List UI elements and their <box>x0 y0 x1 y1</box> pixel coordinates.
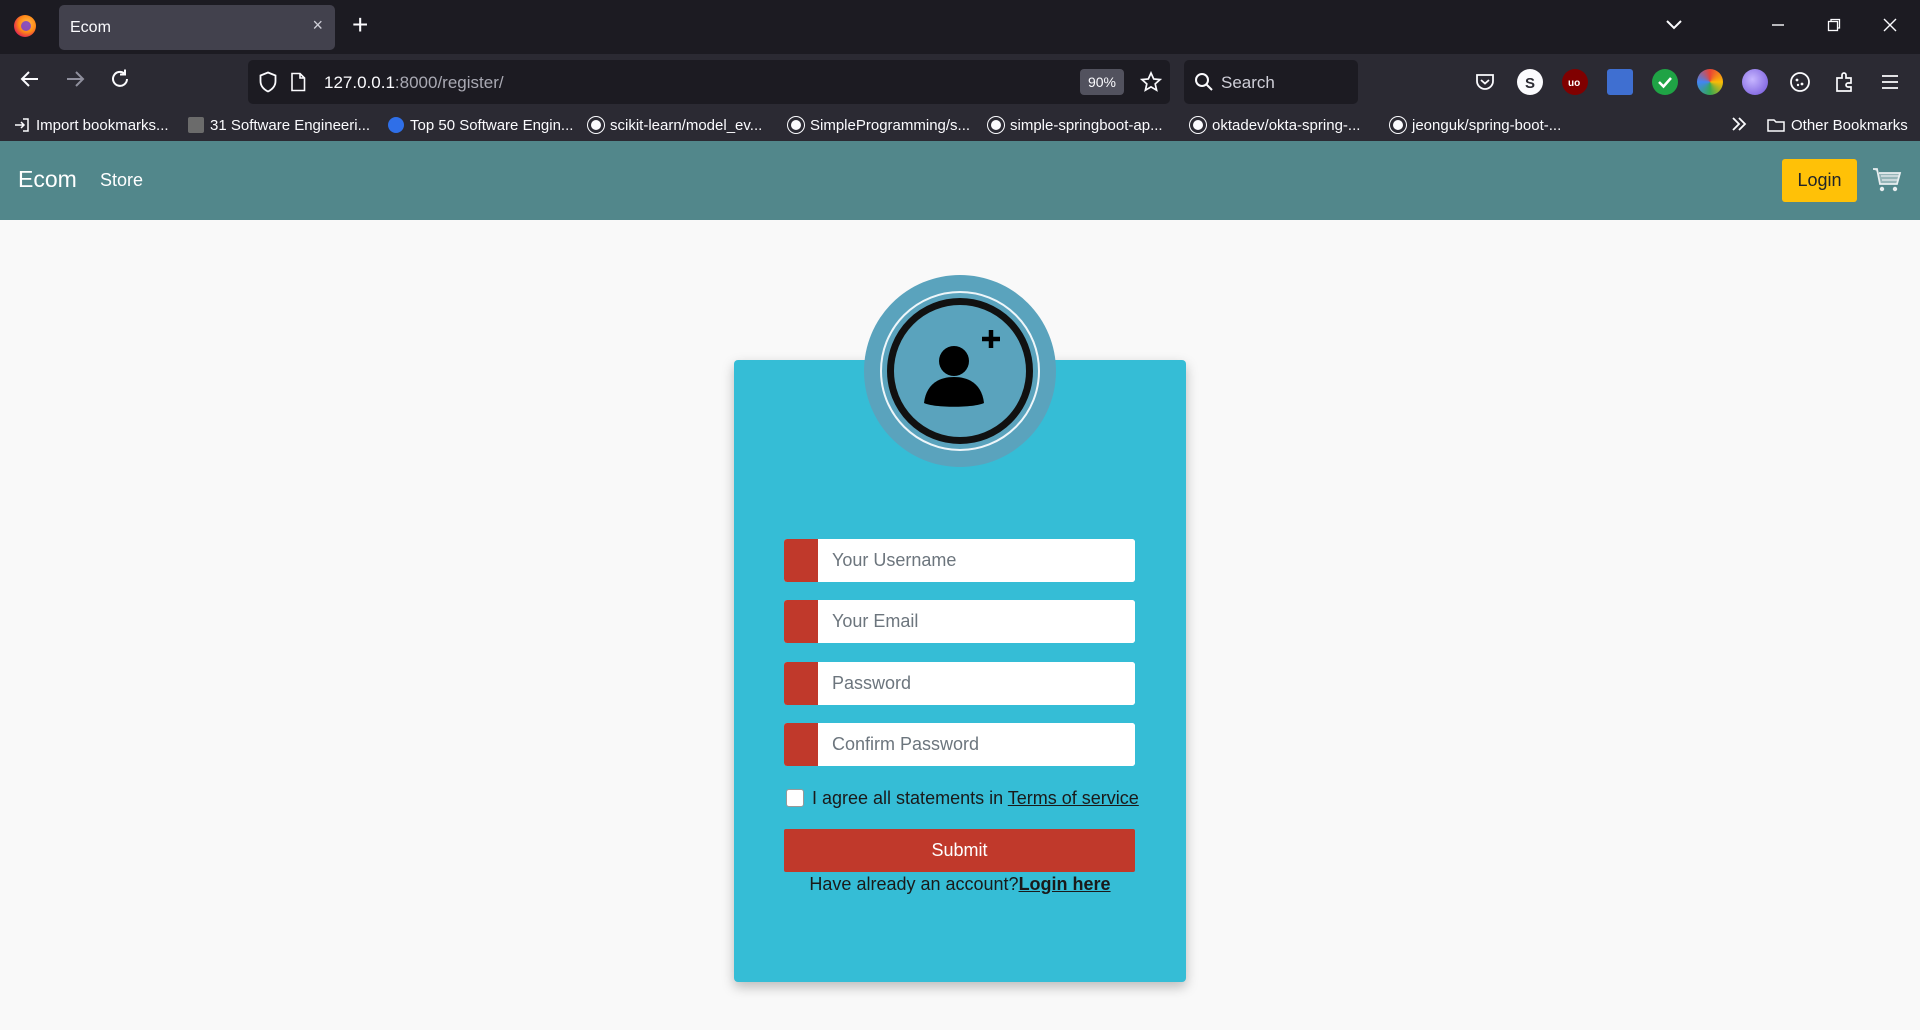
browser-tab-bar: Ecom × + <box>0 0 1920 54</box>
bookmark-item[interactable]: SimpleProgramming/s... <box>788 115 970 137</box>
agree-label: I agree all statements in <box>812 788 1008 808</box>
bookmark-item[interactable]: jeonguk/spring-boot-... <box>1390 115 1561 137</box>
site-navbar: Ecom Store Login <box>0 141 1920 220</box>
email-prefix <box>784 600 818 643</box>
cookie-icon[interactable] <box>1787 69 1813 95</box>
colorful-extension-icon[interactable] <box>1697 69 1723 95</box>
pocket-icon[interactable] <box>1472 69 1498 95</box>
bookmark-item[interactable]: scikit-learn/model_ev... <box>588 115 762 137</box>
github-icon <box>788 117 804 133</box>
login-prompt: Have already an account?Login here <box>734 874 1186 895</box>
github-icon <box>1390 117 1406 133</box>
chevron-down-icon[interactable] <box>1664 14 1684 34</box>
terms-of-service-link[interactable]: Terms of service <box>1008 788 1139 808</box>
ublock-icon[interactable]: uo <box>1562 69 1588 95</box>
avatar-circle <box>887 298 1033 444</box>
bookmark-label: 31 Software Engineeri... <box>210 117 371 134</box>
window-close-icon[interactable] <box>1870 10 1910 42</box>
search-bar[interactable]: Search <box>1184 60 1358 104</box>
svg-text:uo: uo <box>1568 78 1580 89</box>
email-field[interactable] <box>784 600 1135 643</box>
confirm-password-prefix <box>784 723 818 766</box>
address-bar[interactable]: 127.0.0.1:8000/register/ 90% <box>248 60 1170 104</box>
github-icon <box>988 117 1004 133</box>
import-icon <box>15 118 29 132</box>
terms-text: I agree all statements in Terms of servi… <box>812 786 1139 810</box>
restore-icon[interactable] <box>1814 10 1854 42</box>
other-bookmarks-label: Other Bookmarks <box>1791 117 1908 134</box>
bookmark-item[interactable]: 31 Software Engineeri... <box>188 115 370 137</box>
back-arrow-icon[interactable] <box>16 68 44 96</box>
bookmark-item[interactable]: Import bookmarks... <box>14 115 169 137</box>
search-placeholder: Search <box>1221 73 1275 92</box>
bookmark-item[interactable]: Top 50 Software Engin... <box>388 115 573 137</box>
reload-icon[interactable] <box>106 68 134 96</box>
store-link[interactable]: Store <box>100 170 143 191</box>
shield-icon[interactable] <box>258 71 278 93</box>
zoom-indicator[interactable]: 90% <box>1080 69 1124 95</box>
check-extension-icon[interactable] <box>1652 69 1678 95</box>
tab-title: Ecom <box>70 19 111 36</box>
username-input[interactable] <box>818 539 1135 582</box>
bookmark-label: SimpleProgramming/s... <box>810 117 971 134</box>
search-icon <box>1195 73 1213 91</box>
password-prefix <box>784 662 818 705</box>
bookmark-item[interactable]: oktadev/okta-spring-... <box>1190 115 1360 137</box>
browser-tab[interactable]: Ecom × <box>59 5 335 50</box>
new-tab-button[interactable]: + <box>352 9 368 41</box>
url-path: :8000/register/ <box>394 73 504 92</box>
username-field[interactable] <box>784 539 1135 582</box>
login-here-link[interactable]: Login here <box>1019 874 1111 894</box>
star-icon[interactable] <box>1140 71 1162 93</box>
bookmark-item[interactable]: simple-springboot-ap... <box>988 115 1163 137</box>
close-tab-icon[interactable]: × <box>312 15 323 36</box>
bookmark-label: simple-springboot-ap... <box>1010 117 1163 134</box>
email-input[interactable] <box>818 600 1135 643</box>
bookmark-label: Import bookmarks... <box>36 117 169 134</box>
more-bookmarks-icon[interactable] <box>1730 115 1748 137</box>
svg-text:S: S <box>1525 75 1535 92</box>
site-brand[interactable]: Ecom <box>18 166 77 193</box>
folder-icon <box>1767 119 1785 132</box>
browser-toolbar: 127.0.0.1:8000/register/ 90% Search S uo <box>0 54 1920 111</box>
avatar-ring <box>880 291 1040 451</box>
avatar-badge <box>864 275 1056 467</box>
submit-button[interactable]: Submit <box>784 829 1135 872</box>
forward-arrow-icon[interactable] <box>61 68 89 96</box>
bookmark-label: scikit-learn/model_ev... <box>610 117 763 134</box>
other-bookmarks[interactable]: Other Bookmarks <box>1767 115 1908 137</box>
bookmark-label: Top 50 Software Engin... <box>410 117 574 134</box>
puzzle-icon[interactable] <box>1832 69 1858 95</box>
firefox-icon <box>14 15 36 37</box>
purple-extension-icon[interactable] <box>1742 69 1768 95</box>
confirm-password-input[interactable] <box>818 723 1135 766</box>
hamburger-menu-icon[interactable] <box>1877 69 1903 95</box>
terms-checkbox[interactable] <box>786 789 804 807</box>
url-host: 127.0.0.1 <box>324 73 395 92</box>
password-field[interactable] <box>784 662 1135 705</box>
globe-icon <box>388 117 404 133</box>
bookmarks-toolbar: Import bookmarks... 31 Software Engineer… <box>0 111 1920 141</box>
bookmark-label: jeonguk/spring-boot-... <box>1412 117 1562 134</box>
github-icon <box>588 117 604 133</box>
url-text[interactable]: 127.0.0.1:8000/register/ <box>324 73 504 93</box>
translate-extension-icon[interactable] <box>1607 69 1633 95</box>
confirm-password-field[interactable] <box>784 723 1135 766</box>
page-icon[interactable] <box>290 72 306 92</box>
minimize-icon[interactable] <box>1758 10 1798 42</box>
github-icon <box>1190 117 1206 133</box>
login-button[interactable]: Login <box>1782 159 1857 202</box>
username-prefix <box>784 539 818 582</box>
already-account-text: Have already an account? <box>809 874 1019 894</box>
add-user-icon <box>924 330 1000 407</box>
cart-icon[interactable] <box>1872 167 1902 193</box>
password-input[interactable] <box>818 662 1135 705</box>
bookmark-favicon <box>188 117 204 133</box>
bookmark-label: oktadev/okta-spring-... <box>1212 117 1361 134</box>
skype-extension-icon[interactable]: S <box>1517 69 1543 95</box>
